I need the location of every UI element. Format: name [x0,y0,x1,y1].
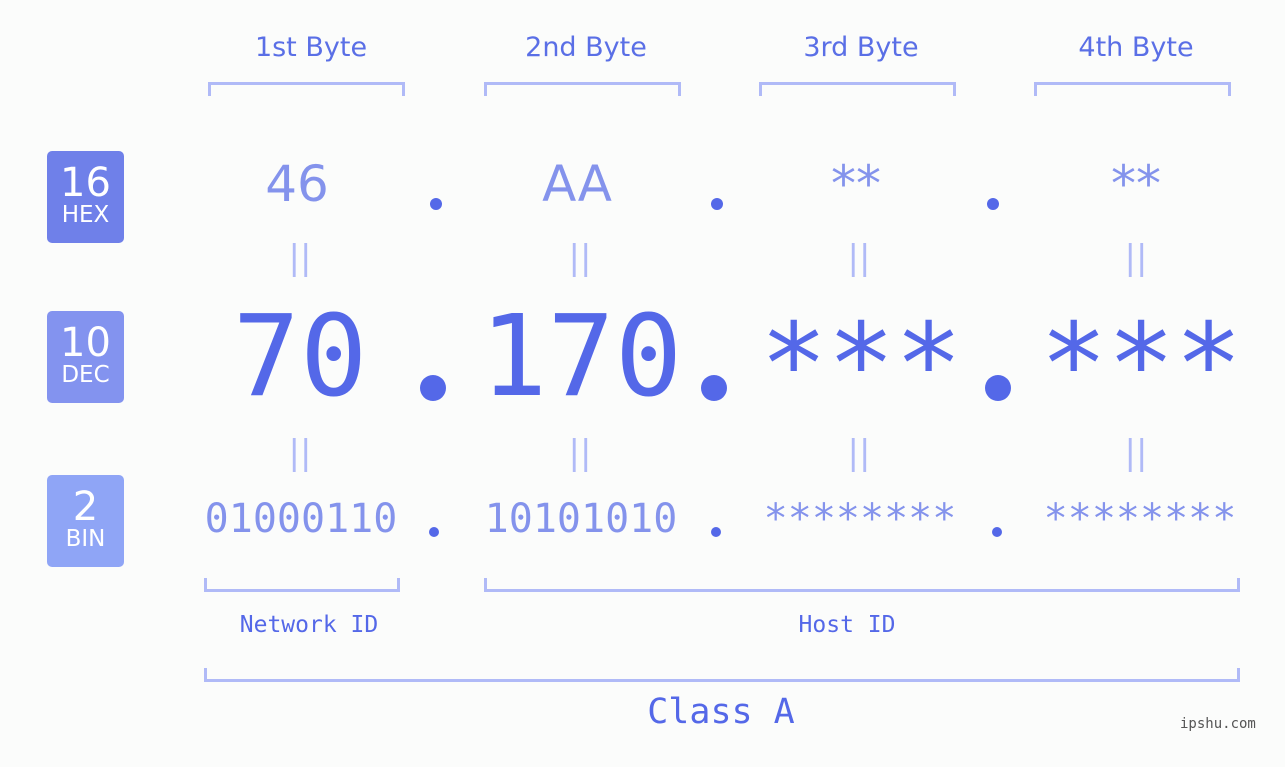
equals-dec-bin-4: || [1124,433,1148,473]
equals-hex-dec-3: || [847,238,871,278]
byte-header-2: 2nd Byte [525,32,647,63]
bin-dot-1 [429,527,439,537]
bin-dot-2 [711,527,721,537]
bin-badge: 2 BIN [47,475,124,567]
hex-byte-3: ** [831,155,881,213]
hex-byte-4: ** [1111,155,1161,213]
bin-badge-label: BIN [65,526,106,552]
hex-dot-2 [711,198,723,210]
class-label: Class A [647,692,795,732]
bin-badge-base: 2 [72,484,99,530]
dec-badge-label: DEC [61,362,110,388]
dec-dot-1 [420,375,446,401]
dec-badge: 10 DEC [47,311,124,403]
equals-hex-dec-2: || [568,238,592,278]
hex-dot-3 [987,198,999,210]
dec-byte-4: *** [1040,300,1243,430]
dec-byte-2: 170 [480,292,683,422]
equals-hex-dec-1: || [288,238,312,278]
byte-bracket-2 [484,82,681,96]
watermark: ipshu.com [1180,716,1256,732]
equals-dec-bin-3: || [847,433,871,473]
dec-badge-base: 10 [60,320,111,366]
bin-byte-1: 01000110 [204,496,398,542]
network-id-label: Network ID [239,612,379,638]
network-id-bracket [204,578,400,592]
host-id-label: Host ID [798,612,896,638]
hex-badge: 16 HEX [47,151,124,243]
bin-byte-2: 10101010 [484,496,678,542]
dec-byte-1: 70 [232,292,368,422]
byte-header-4: 4th Byte [1078,32,1194,63]
bin-dot-3 [992,527,1002,537]
equals-dec-bin-2: || [568,433,592,473]
byte-header-3: 3rd Byte [803,32,919,63]
equals-hex-dec-4: || [1124,238,1148,278]
hex-byte-1: 46 [265,155,329,213]
hex-byte-2: AA [542,155,612,213]
dec-byte-3: *** [760,300,963,430]
byte-bracket-1 [208,82,405,96]
byte-bracket-3 [759,82,956,96]
host-id-bracket [484,578,1240,592]
class-bracket [204,668,1240,682]
byte-bracket-4 [1034,82,1231,96]
bin-byte-3: ******** [763,496,957,542]
equals-dec-bin-1: || [288,433,312,473]
bin-byte-4: ******** [1043,496,1237,542]
hex-badge-label: HEX [61,202,110,228]
hex-dot-1 [430,198,442,210]
dec-dot-3 [985,375,1011,401]
hex-badge-base: 16 [60,160,111,206]
byte-header-1: 1st Byte [254,32,368,63]
dec-dot-2 [701,375,727,401]
